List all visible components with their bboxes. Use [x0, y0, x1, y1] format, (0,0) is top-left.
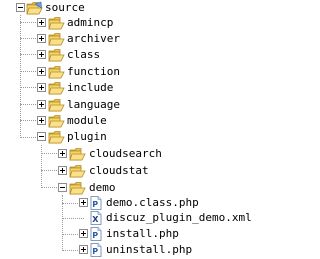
collapse-toggle-icon[interactable] — [37, 132, 46, 141]
expand-toggle-icon[interactable] — [79, 229, 88, 238]
open-folder-icon — [48, 17, 65, 30]
tree-node-source[interactable]: source — [0, 0, 251, 16]
open-folder-icon — [48, 131, 65, 144]
svg-text:X: X — [92, 215, 99, 224]
xml-file-icon: X — [90, 211, 102, 225]
open-folder-icon — [26, 1, 43, 15]
open-folder-icon — [48, 99, 65, 112]
expand-toggle-icon[interactable] — [37, 116, 46, 125]
expand-toggle-icon[interactable] — [37, 83, 46, 92]
tree-node-demo[interactable]: demo — [0, 180, 251, 196]
svg-text:P: P — [92, 247, 98, 256]
open-folder-icon — [48, 82, 65, 95]
tree-node-include[interactable]: include — [0, 80, 251, 96]
file-tree: source admincp archiver class function i… — [0, 0, 252, 259]
expand-toggle-icon[interactable] — [58, 149, 67, 158]
expand-toggle-icon[interactable] — [37, 34, 46, 43]
tree-node-label: archiver — [67, 32, 120, 45]
tree-node-label: class — [67, 48, 101, 61]
open-folder-icon — [48, 115, 65, 128]
expand-toggle-icon[interactable] — [37, 18, 46, 27]
tree-node-uninstall-php[interactable]: P uninstall.php — [0, 242, 251, 258]
tree-node-cloudsearch[interactable]: cloudsearch — [0, 146, 251, 162]
expand-toggle-icon[interactable] — [58, 166, 67, 175]
tree-node-plugin[interactable]: plugin — [0, 129, 251, 145]
collapse-toggle-icon[interactable] — [16, 3, 25, 12]
svg-text:P: P — [92, 200, 98, 209]
tree-node-demo-class-php[interactable]: P demo.class.php — [0, 195, 251, 211]
expand-toggle-icon[interactable] — [37, 100, 46, 109]
tree-node-label: install.php — [106, 227, 179, 240]
tree-node-label: admincp — [67, 16, 114, 29]
expand-toggle-icon[interactable] — [79, 245, 88, 254]
tree-node-label: language — [67, 98, 120, 111]
expand-toggle-icon[interactable] — [37, 50, 46, 59]
tree-node-label: module — [67, 114, 107, 127]
tree-node-discuz-plugin-demo-xml[interactable]: X discuz_plugin_demo.xml — [0, 210, 252, 226]
open-folder-icon — [48, 66, 65, 79]
tree-node-language[interactable]: language — [0, 97, 251, 113]
expand-toggle-icon[interactable] — [79, 198, 88, 207]
tree-node-label: cloudstat — [89, 164, 149, 177]
tree-node-label: uninstall.php — [106, 243, 193, 256]
tree-node-label: plugin — [67, 130, 107, 143]
php-file-icon: P — [90, 227, 102, 241]
open-folder-icon — [69, 182, 86, 195]
open-folder-icon — [69, 165, 86, 178]
tree-node-label: function — [67, 65, 120, 78]
tree-node-label: discuz_plugin_demo.xml — [106, 211, 252, 224]
svg-text:P: P — [92, 231, 98, 240]
tree-node-admincp[interactable]: admincp — [0, 15, 251, 31]
tree-node-label: demo — [89, 181, 116, 194]
open-folder-icon — [48, 49, 65, 62]
tree-node-archiver[interactable]: archiver — [0, 31, 251, 47]
tree-node-label: cloudsearch — [89, 147, 162, 160]
collapse-toggle-icon[interactable] — [58, 183, 67, 192]
tree-node-class[interactable]: class — [0, 47, 251, 63]
php-file-icon: P — [90, 243, 102, 257]
tree-node-cloudstat[interactable]: cloudstat — [0, 163, 251, 179]
tree-node-label: demo.class.php — [106, 196, 199, 209]
expand-toggle-icon[interactable] — [37, 67, 46, 76]
tree-node-label: include — [67, 81, 114, 94]
tree-node-function[interactable]: function — [0, 64, 251, 80]
tree-node-module[interactable]: module — [0, 113, 251, 129]
open-folder-icon — [69, 148, 86, 161]
open-folder-icon — [48, 33, 65, 46]
php-file-icon: P — [90, 196, 102, 210]
tree-node-install-php[interactable]: P install.php — [0, 226, 251, 242]
tree-node-label: source — [45, 1, 85, 14]
